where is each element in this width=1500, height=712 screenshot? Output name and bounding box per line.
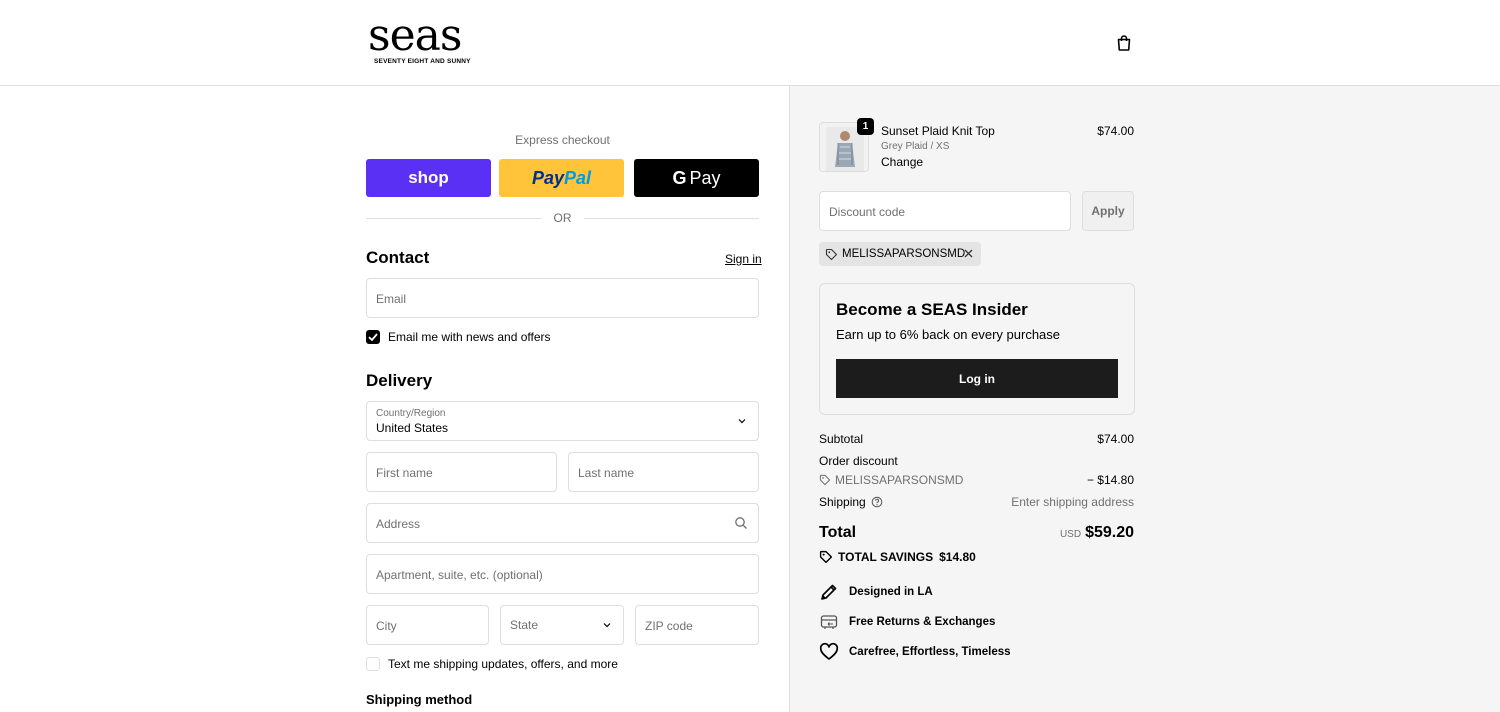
feature-designed-in-la: Designed in LA xyxy=(819,582,933,602)
paypal-label-pal: Pal xyxy=(564,167,592,188)
product-name: Sunset Plaid Knit Top xyxy=(881,124,995,138)
shipping-label: Shipping xyxy=(819,495,866,509)
news-checkbox[interactable] xyxy=(366,330,380,344)
discount-code-field[interactable]: Discount code xyxy=(819,191,1071,231)
applied-discount-chip: MELISSAPARSONSMD xyxy=(819,242,981,266)
heart-icon xyxy=(819,642,839,660)
feature-carefree: Carefree, Effortless, Timeless xyxy=(819,642,1011,662)
sms-checkbox-label: Text me shipping updates, offers, and mo… xyxy=(388,657,618,671)
state-select[interactable]: State xyxy=(500,605,624,645)
google-pay-button[interactable]: G Pay xyxy=(634,159,759,197)
total-savings: TOTAL SAVINGS $14.80 xyxy=(819,550,976,564)
shipping-value: Enter shipping address xyxy=(1011,495,1134,509)
shopping-bag-icon[interactable] xyxy=(1114,33,1134,53)
first-name-field[interactable]: First name xyxy=(366,452,557,492)
city-placeholder: City xyxy=(376,619,397,633)
feature-free-returns: Free Returns & Exchanges xyxy=(819,612,995,632)
sign-in-link[interactable]: Sign in xyxy=(725,252,762,266)
shop-pay-button[interactable]: shop xyxy=(366,159,491,197)
insider-title: Become a SEAS Insider xyxy=(836,300,1028,319)
zip-placeholder: ZIP code xyxy=(645,619,693,633)
shipping-row: Shipping xyxy=(819,495,883,509)
express-checkout-label: Express checkout xyxy=(515,133,610,147)
header: seas SEVENTY EIGHT AND SUNNY xyxy=(0,0,1500,86)
apartment-placeholder: Apartment, suite, etc. (optional) xyxy=(376,568,543,582)
subtotal-label: Subtotal xyxy=(819,432,864,446)
sms-checkbox[interactable] xyxy=(366,657,380,671)
feature-label: Free Returns & Exchanges xyxy=(849,616,996,628)
address-field[interactable]: Address xyxy=(366,503,759,543)
tag-icon xyxy=(825,248,838,260)
search-icon xyxy=(735,517,747,529)
country-label: Country/Region xyxy=(376,408,446,419)
state-placeholder: State xyxy=(510,618,539,632)
savings-label: TOTAL SAVINGS xyxy=(838,550,934,564)
city-field[interactable]: City xyxy=(366,605,489,645)
discount-placeholder: Discount code xyxy=(829,205,906,219)
email-field[interactable]: Email xyxy=(366,278,759,318)
tag-icon xyxy=(819,550,833,564)
discount-code-row: MELISSAPARSONSMD xyxy=(819,473,963,487)
chevron-down-icon xyxy=(603,623,611,628)
chevron-down-icon xyxy=(738,419,746,424)
first-name-placeholder: First name xyxy=(376,466,433,480)
feature-label: Carefree, Effortless, Timeless xyxy=(849,646,1011,658)
last-name-placeholder: Last name xyxy=(578,466,635,480)
paypal-label-pay: Pay xyxy=(531,167,564,188)
discount-value: − $14.80 xyxy=(1086,473,1134,487)
order-discount-label: Order discount xyxy=(819,454,898,468)
remove-discount-icon[interactable] xyxy=(962,247,975,260)
country-select[interactable]: Country/Region United States xyxy=(366,401,759,441)
savings-value: $14.80 xyxy=(939,550,976,564)
shipping-method-heading: Shipping method xyxy=(366,692,473,707)
subtotal-value: $74.00 xyxy=(1097,432,1134,446)
product-variant: Grey Plaid / XS xyxy=(881,141,950,152)
or-divider: OR xyxy=(366,211,759,225)
quantity-badge: 1 xyxy=(857,118,874,135)
feature-label: Designed in LA xyxy=(849,586,933,598)
product-price: $74.00 xyxy=(1097,124,1134,138)
apply-discount-button[interactable]: Apply xyxy=(1082,191,1134,231)
total-amount: USD $59.20 xyxy=(980,524,1134,542)
insider-subtitle: Earn up to 6% back on every purchase xyxy=(836,327,1061,342)
insider-card: Become a SEAS Insider Earn up to 6% back… xyxy=(819,283,1135,415)
summary-discount-code: MELISSAPARSONSMD xyxy=(835,473,964,487)
last-name-field[interactable]: Last name xyxy=(568,452,759,492)
contact-heading: Contact xyxy=(366,248,430,267)
logo-wordmark: seas xyxy=(368,10,462,61)
log-in-button[interactable]: Log in xyxy=(836,359,1118,398)
check-icon xyxy=(368,333,378,342)
total-value: $59.20 xyxy=(1085,524,1134,541)
divider-line-right xyxy=(584,218,759,219)
shop-pay-label: shop xyxy=(408,168,449,187)
google-pay-label: Pay xyxy=(689,167,721,188)
logo-tagline: SEVENTY EIGHT AND SUNNY xyxy=(374,58,471,65)
apartment-field[interactable]: Apartment, suite, etc. (optional) xyxy=(366,554,759,594)
country-value: United States xyxy=(376,421,449,435)
total-label: Total xyxy=(819,524,857,541)
paypal-button[interactable]: Pay Pal xyxy=(499,159,624,197)
change-variant-link[interactable]: Change xyxy=(881,155,923,169)
help-icon[interactable] xyxy=(871,496,883,508)
tag-icon xyxy=(819,474,831,486)
seas-logo[interactable]: seas SEVENTY EIGHT AND SUNNY xyxy=(368,10,488,68)
total-currency: USD xyxy=(1059,529,1082,540)
applied-discount-code: MELISSAPARSONSMD xyxy=(842,248,966,260)
zip-field[interactable]: ZIP code xyxy=(635,605,759,645)
news-checkbox-label: Email me with news and offers xyxy=(388,330,551,344)
google-g-icon: G xyxy=(672,167,687,188)
address-placeholder: Address xyxy=(376,517,421,531)
email-placeholder: Email xyxy=(376,292,407,306)
pencil-icon xyxy=(821,584,837,600)
delivery-heading: Delivery xyxy=(366,371,433,390)
returns-icon xyxy=(820,615,838,629)
